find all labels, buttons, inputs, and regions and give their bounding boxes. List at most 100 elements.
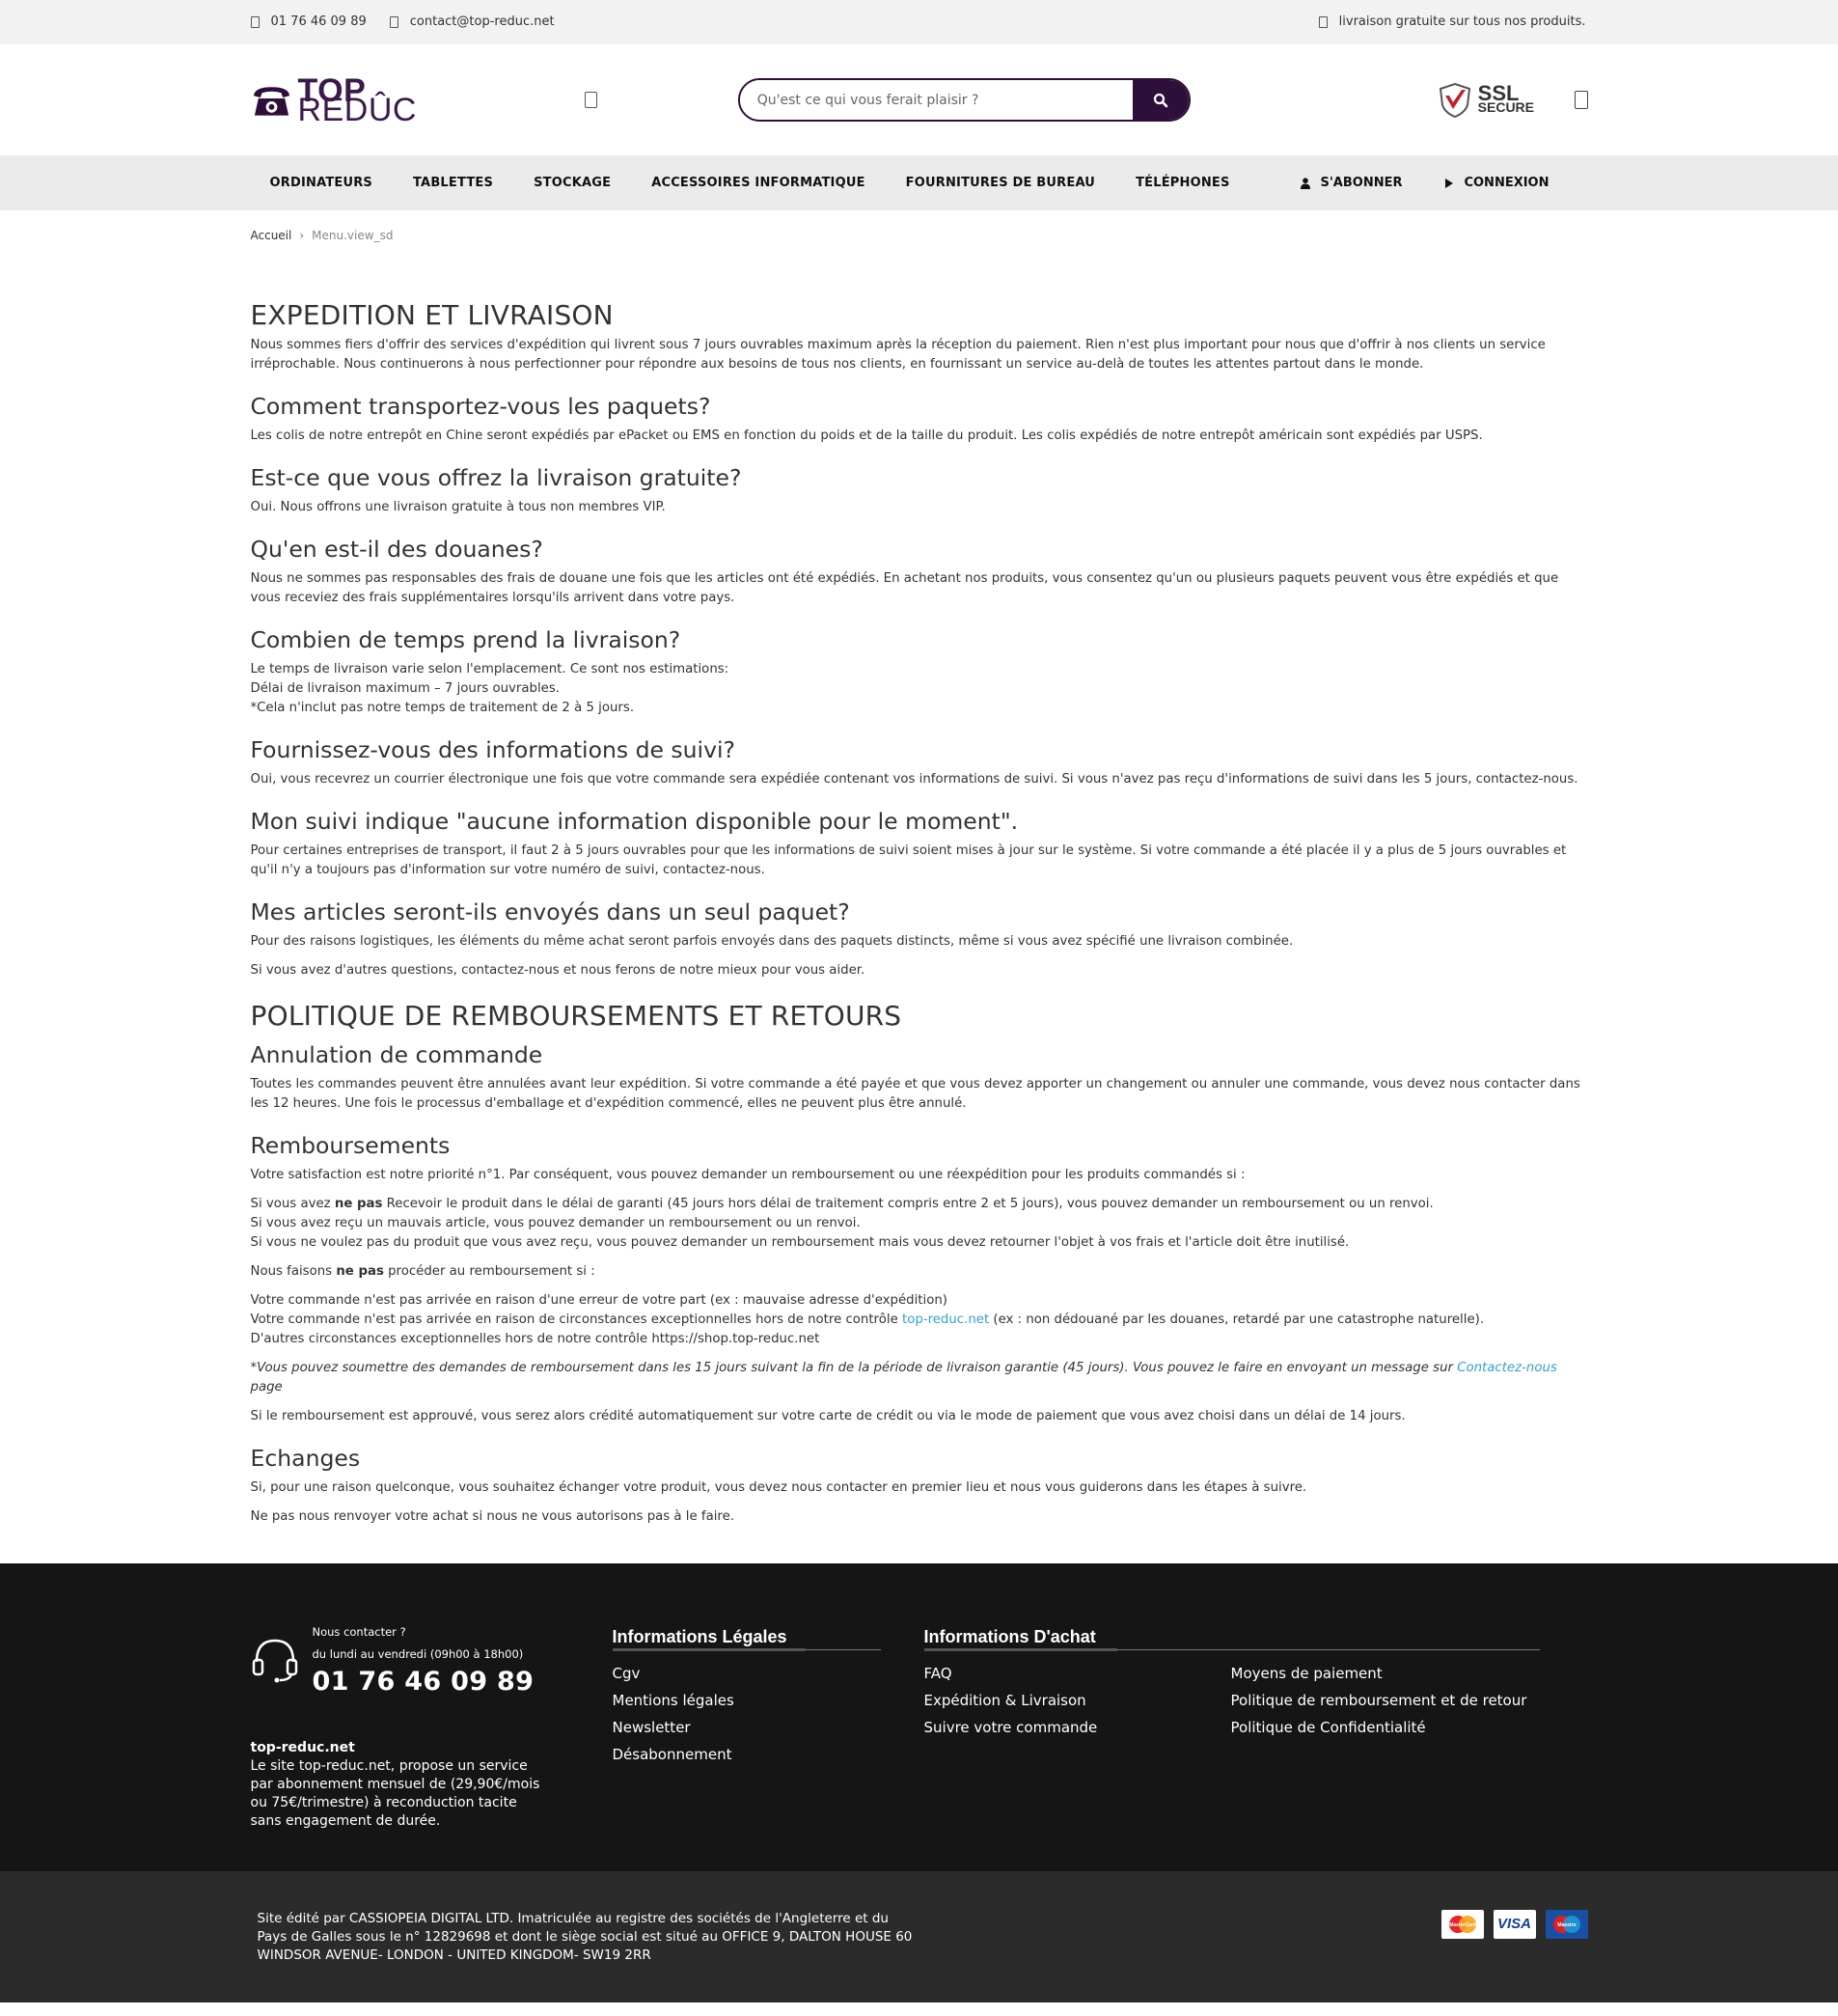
main-nav: ORDINATEURS TABLETTES STOCKAGE ACCESSOIR… bbox=[0, 155, 1838, 210]
mail-icon bbox=[389, 16, 398, 28]
paragraph-transport: Les colis de notre entrepôt en Chine ser… bbox=[250, 428, 1483, 443]
nav-item-telephones[interactable]: TÉLÉPHONES bbox=[1115, 174, 1250, 193]
paragraph-exchange: Si, pour une raison quelconque, vous sou… bbox=[250, 1480, 1307, 1495]
footer-link-privacy[interactable]: Politique de Confidentialité bbox=[1231, 1714, 1540, 1741]
paragraph-cancel: Toutes les commandes peuvent être annulé… bbox=[250, 1077, 1580, 1111]
note-a: *Vous pouvez soumettre des demandes de r… bbox=[250, 1361, 1458, 1375]
telephone-logo-icon bbox=[253, 86, 289, 116]
topbar-phone[interactable]: 01 76 46 09 89 bbox=[250, 13, 367, 32]
no-refund-bold: ne pas bbox=[336, 1264, 384, 1279]
breadcrumb-current: Menu.view_sd bbox=[312, 229, 394, 242]
mastercard-icon: MasterCard bbox=[1440, 1910, 1484, 1939]
search-icon bbox=[1153, 93, 1167, 107]
footer-site-name: top-reduc.net bbox=[250, 1740, 355, 1755]
contact-us-link[interactable]: Contactez-nous bbox=[1457, 1361, 1557, 1375]
bag-icon[interactable] bbox=[585, 92, 597, 108]
nav-item-tablettes[interactable]: TABLETTES bbox=[393, 174, 513, 193]
heading-shipping: EXPEDITION ET LIVRAISON bbox=[250, 299, 614, 331]
exclusion-2-a: Votre commande n'est pas arrivée en rais… bbox=[250, 1312, 902, 1327]
paragraph-intro: Nous sommes fiers d'offrir des services … bbox=[250, 338, 1546, 372]
footer-link-mentions[interactable]: Mentions légales bbox=[613, 1687, 881, 1714]
heading-transport: Comment transportez-vous les paquets? bbox=[250, 393, 711, 420]
footer-legal-column: Informations Légales Cgv Mentions légale… bbox=[612, 1621, 881, 1831]
user-icon bbox=[1301, 177, 1311, 189]
maestro-icon: Maestro bbox=[1545, 1910, 1588, 1939]
paragraph-refund-conditions: Si vous avez ne pas Recevoir le produit … bbox=[251, 1195, 1588, 1253]
breadcrumb: Accueil › Menu.view_sd bbox=[251, 210, 1588, 259]
paragraph-one-package: Pour des raisons logistiques, les élémen… bbox=[250, 934, 1294, 949]
paragraph-no-return: Ne pas nous renvoyer votre achat si nous… bbox=[250, 1509, 735, 1524]
footer-link-track-order[interactable]: Suivre votre commande bbox=[924, 1714, 1231, 1741]
ssl-label: SSL bbox=[1477, 80, 1520, 105]
footer-link-payment[interactable]: Moyens de paiement bbox=[1231, 1660, 1540, 1687]
refund-condition-3: Si vous ne voulez pas du produit que vou… bbox=[250, 1235, 1350, 1250]
nav-item-accessoires[interactable]: ACCESSOIRES INFORMATIQUE bbox=[631, 174, 885, 193]
footer-link-faq[interactable]: FAQ bbox=[924, 1660, 1231, 1687]
footer-phone[interactable]: 01 76 46 09 89 bbox=[313, 1666, 535, 1698]
footer-contact: Nous contacter ? du lundi au vendredi (0… bbox=[251, 1621, 613, 1831]
nav-item-stockage[interactable]: STOCKAGE bbox=[513, 174, 631, 193]
footer-purchase-column: Informations D'achat FAQ Moyens de paiem… bbox=[923, 1621, 1540, 1831]
phone-icon bbox=[250, 16, 260, 28]
main-content: EXPEDITION ET LIVRAISON Nous sommes fier… bbox=[251, 259, 1588, 1563]
footer-link-unsubscribe[interactable]: Désabonnement bbox=[613, 1741, 881, 1768]
heading-delivery-time: Combien de temps prend la livraison? bbox=[250, 626, 681, 653]
exclusion-1: Votre commande n'est pas arrivée en rais… bbox=[250, 1293, 947, 1308]
legal-bar: Site édité par CASSIOPEIA DIGITAL LTD. I… bbox=[0, 1871, 1838, 2002]
heading-customs: Qu'en est-il des douanes? bbox=[250, 536, 543, 563]
site-link[interactable]: top-reduc.net bbox=[902, 1312, 989, 1327]
footer-purchase-title: Informations D'achat bbox=[923, 1621, 1540, 1651]
paragraph-questions: Si vous avez d'autres questions, contact… bbox=[250, 963, 865, 978]
heading-refund-policy: POLITIQUE DE REMBOURSEMENTS ET RETOURS bbox=[250, 1000, 902, 1032]
paragraph-free-shipping: Oui. Nous offrons une livraison gratuite… bbox=[250, 500, 666, 514]
delivery-time-line-3: *Cela n'inclut pas notre temps de traite… bbox=[250, 701, 635, 715]
maestro-label: Maestro bbox=[1557, 1922, 1576, 1928]
refund-condition-1-bold: ne pas bbox=[334, 1197, 383, 1211]
topbar-phone-text: 01 76 46 09 89 bbox=[270, 14, 367, 29]
logo-text: TOP REDÛC bbox=[298, 74, 491, 126]
delivery-time-line-2: Délai de livraison maximum – 7 jours ouv… bbox=[250, 681, 561, 696]
footer-link-newsletter[interactable]: Newsletter bbox=[613, 1714, 881, 1741]
nav-item-ordinateurs[interactable]: ORDINATEURS bbox=[251, 174, 394, 193]
legal-text: Site édité par CASSIOPEIA DIGITAL LTD. I… bbox=[257, 1911, 913, 1963]
subscribe-label: S'ABONNER bbox=[1320, 175, 1403, 190]
heading-cancel: Annulation de commande bbox=[250, 1041, 543, 1068]
paragraph-no-refund: Nous faisons ne pas procéder au rembours… bbox=[251, 1262, 1588, 1282]
footer-link-shipping[interactable]: Expédition & Livraison bbox=[924, 1687, 1231, 1714]
site-logo[interactable]: TOP REDÛC bbox=[251, 74, 491, 126]
nav-item-fournitures[interactable]: FOURNITURES DE BUREAU bbox=[886, 174, 1115, 193]
footer: Nous contacter ? du lundi au vendredi (0… bbox=[0, 1563, 1838, 1871]
heading-one-package: Mes articles seront-ils envoyés dans un … bbox=[250, 898, 850, 925]
login-label: CONNEXION bbox=[1464, 175, 1550, 190]
footer-link-cgv[interactable]: Cgv bbox=[613, 1660, 881, 1687]
cart-icon[interactable] bbox=[1575, 91, 1588, 109]
chevron-right-icon: › bbox=[299, 229, 305, 242]
refund-condition-2: Si vous avez reçu un mauvais article, vo… bbox=[250, 1216, 861, 1230]
footer-link-refund-policy[interactable]: Politique de remboursement et de retour bbox=[1231, 1687, 1540, 1714]
no-refund-c: procéder au remboursement si : bbox=[383, 1264, 595, 1279]
play-icon bbox=[1445, 178, 1454, 188]
search-button[interactable] bbox=[1132, 80, 1189, 120]
footer-site-desc: Le site top-reduc.net, propose un servic… bbox=[250, 1758, 540, 1829]
heading-no-info: Mon suivi indique "aucune information di… bbox=[250, 808, 1019, 835]
payment-cards: MasterCard VISA Maestro bbox=[1440, 1910, 1588, 1965]
shield-check-icon bbox=[1439, 82, 1470, 118]
paragraph-customs: Nous ne sommes pas responsables des frai… bbox=[250, 571, 1559, 605]
paragraph-approved: Si le remboursement est approuvé, vous s… bbox=[250, 1409, 1406, 1423]
topbar-promo: livraison gratuite sur tous nos produits… bbox=[1318, 13, 1588, 32]
refund-condition-1-a: Si vous avez bbox=[250, 1197, 335, 1211]
truck-icon bbox=[1318, 16, 1328, 28]
contact-label: Nous contacter ? bbox=[312, 1625, 406, 1639]
paragraph-no-info: Pour certaines entreprises de transport,… bbox=[250, 843, 1567, 877]
header: TOP REDÛC SSL SECURE bbox=[0, 44, 1838, 155]
subscribe-link[interactable]: S'ABONNER bbox=[1301, 174, 1402, 193]
topbar-email[interactable]: contact@top-reduc.net bbox=[389, 13, 555, 32]
breadcrumb-home[interactable]: Accueil bbox=[251, 229, 292, 242]
heading-tracking: Fournissez-vous des informations de suiv… bbox=[250, 736, 736, 763]
login-link[interactable]: CONNEXION bbox=[1444, 174, 1550, 193]
paragraph-tracking: Oui, vous recevrez un courrier électroni… bbox=[250, 772, 1578, 787]
exclusion-3: D'autres circonstances exceptionnelles h… bbox=[250, 1332, 820, 1346]
visa-icon: VISA bbox=[1493, 1910, 1536, 1939]
search-input[interactable] bbox=[739, 80, 1133, 120]
exclusion-2-b: (ex : non dédouané par les douanes, reta… bbox=[989, 1312, 1485, 1327]
